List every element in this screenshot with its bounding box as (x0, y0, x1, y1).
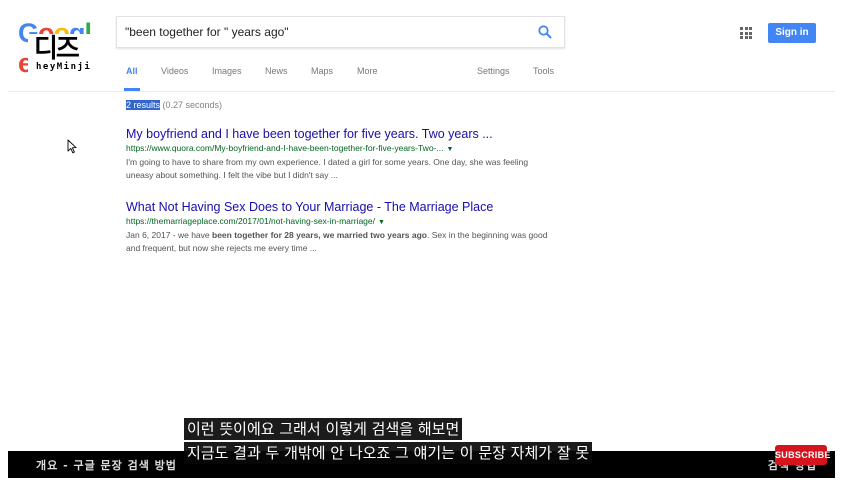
tab-tools[interactable]: Tools (533, 66, 554, 76)
watermark-logo: 디즈 (34, 34, 80, 64)
tab-videos[interactable]: Videos (161, 66, 188, 76)
mouse-cursor-icon (67, 139, 77, 154)
tab-news[interactable]: News (265, 66, 288, 76)
tab-maps[interactable]: Maps (311, 66, 333, 76)
search-result: What Not Having Sex Does to Your Marriag… (126, 199, 556, 255)
search-icon[interactable] (538, 25, 552, 39)
subtitle-line-1: 이런 뜻이에요 그래서 이렇게 검색을 해보면 (184, 418, 463, 440)
tab-more[interactable]: More (357, 66, 378, 76)
snippet-highlight: been together for 28 years, we married t… (212, 230, 427, 240)
result-time: (0.27 seconds) (160, 100, 223, 110)
tab-images[interactable]: Images (212, 66, 242, 76)
caret-down-icon[interactable]: ▼ (378, 219, 385, 226)
result-url: https://themarriageplace.com/2017/01/not… (126, 215, 556, 229)
result-url-text: https://www.quora.com/My-boyfriend-and-I… (126, 143, 444, 153)
sign-in-button[interactable]: Sign in (768, 23, 816, 43)
result-snippet: Jan 6, 2017 - we have been together for … (126, 229, 556, 255)
watermark-text: heyMinji (36, 62, 92, 72)
chapter-title: 개요 - 구글 문장 검색 방법 (36, 459, 177, 472)
search-box[interactable] (116, 16, 565, 48)
apps-grid-icon[interactable] (740, 27, 752, 39)
subscribe-button[interactable]: SUBSCRIBE (775, 445, 830, 465)
tabs-divider (8, 91, 835, 92)
tab-all[interactable]: All (126, 66, 138, 76)
tab-settings[interactable]: Settings (477, 66, 510, 76)
caret-down-icon[interactable]: ▼ (446, 146, 453, 153)
result-stats: 2 results (0.27 seconds) (126, 100, 222, 110)
result-snippet: I'm going to have to share from my own e… (126, 157, 529, 180)
result-count-selected: 2 results (126, 100, 161, 110)
result-title-link[interactable]: My boyfriend and I have been together fo… (126, 126, 556, 142)
snippet-date: Jan 6, 2017 - we have (126, 230, 213, 240)
result-url: https://www.quora.com/My-boyfriend-and-I… (126, 142, 556, 156)
result-url-text: https://themarriageplace.com/2017/01/not… (126, 216, 375, 226)
result-title-link[interactable]: What Not Having Sex Does to Your Marriag… (126, 199, 556, 215)
subtitle-line-2: 지금도 결과 두 개밖에 안 나오죠 그 얘기는 이 문장 자체가 잘 못 (184, 442, 593, 464)
search-input[interactable] (125, 17, 525, 47)
channel-watermark: 디즈 heyMinji (28, 34, 98, 74)
search-result: My boyfriend and I have been together fo… (126, 126, 556, 182)
